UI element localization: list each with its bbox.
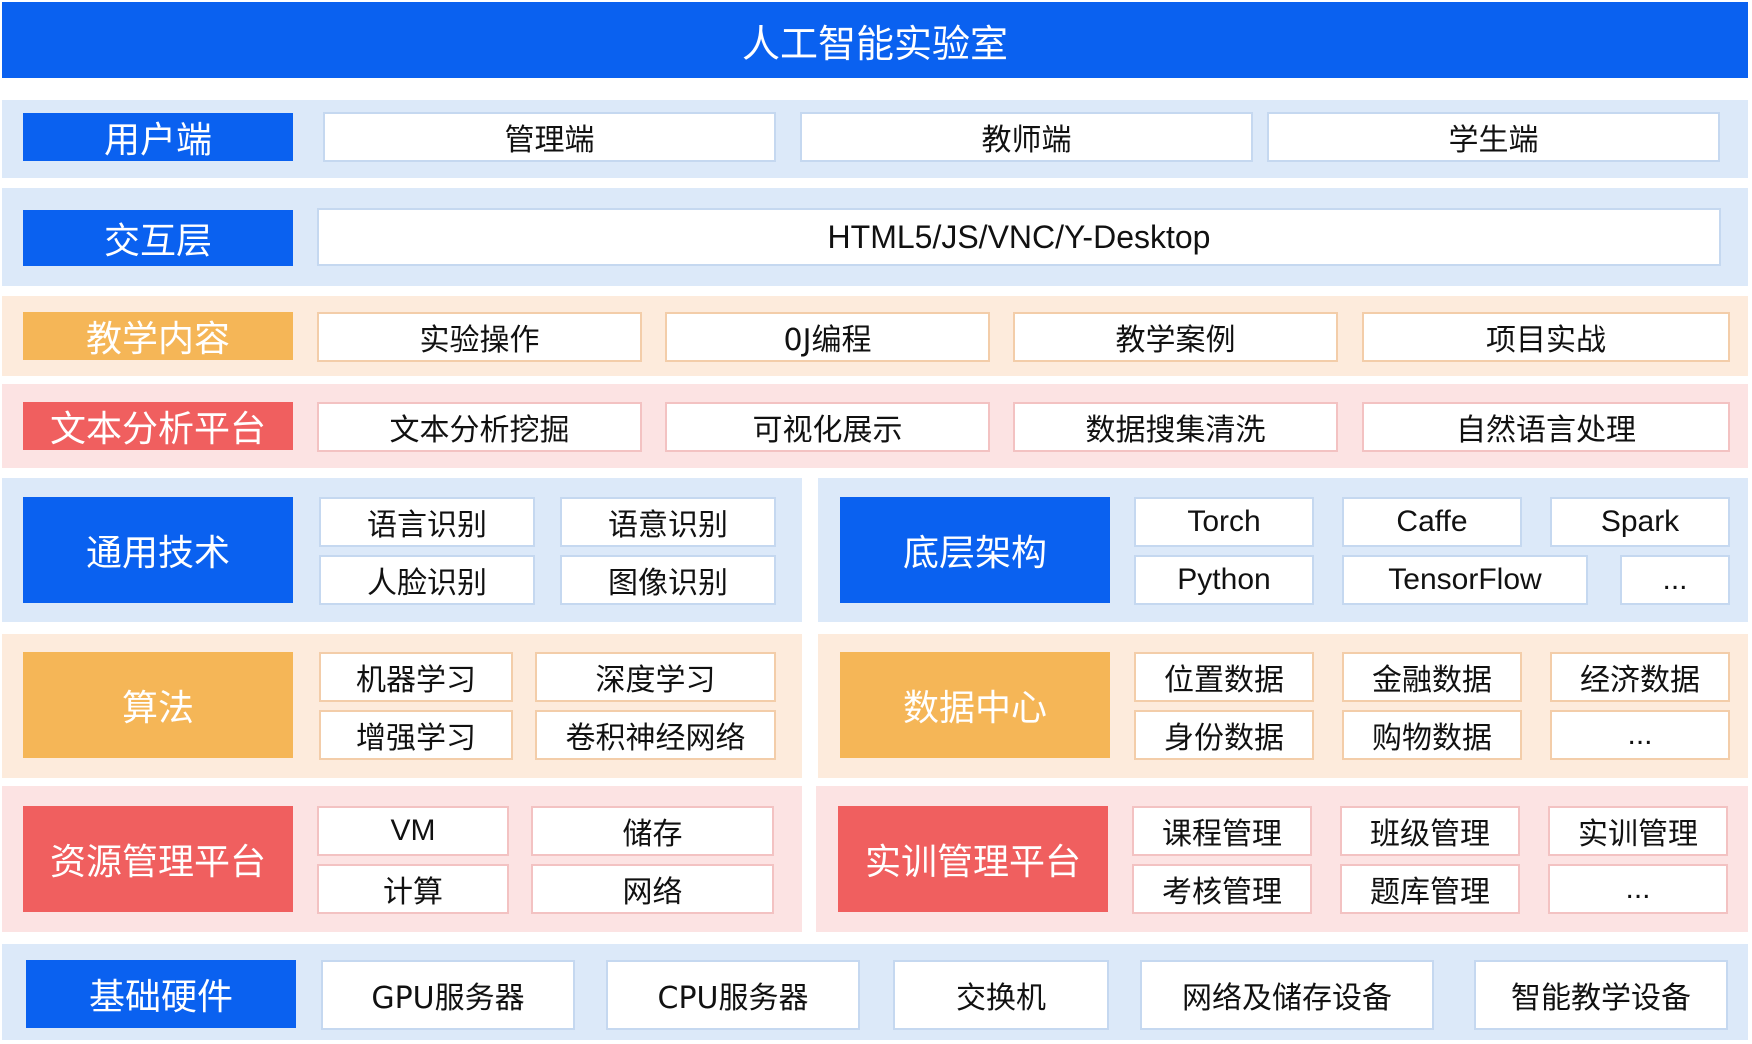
- general-tech-label: 通用技术: [23, 497, 293, 603]
- teaching-item-oj[interactable]: 0J编程: [665, 312, 990, 362]
- page-title: 人工智能实验室: [2, 2, 1748, 78]
- general-tech-item-semantic[interactable]: 语意识别: [560, 497, 776, 547]
- resource-mgmt-label: 资源管理平台: [23, 806, 293, 912]
- hardware-item-gpu-server[interactable]: GPU服务器: [321, 960, 575, 1030]
- text-analysis-item-mining[interactable]: 文本分析挖掘: [317, 402, 642, 452]
- general-tech-item-speech[interactable]: 语言识别: [319, 497, 535, 547]
- architecture-item-python[interactable]: Python: [1134, 555, 1314, 605]
- interaction-tech-item: HTML5/JS/VNC/Y-Desktop: [317, 208, 1721, 266]
- architecture-item-caffe[interactable]: Caffe: [1342, 497, 1522, 547]
- general-tech-item-face[interactable]: 人脸识别: [319, 555, 535, 605]
- hardware-label: 基础硬件: [26, 960, 296, 1028]
- training-mgmt-label: 实训管理平台: [838, 806, 1108, 912]
- interaction-label: 交互层: [23, 210, 293, 266]
- user-end-label: 用户端: [23, 113, 293, 161]
- resource-mgmt-item-network[interactable]: 网络: [531, 864, 774, 914]
- algorithm-item-ml[interactable]: 机器学习: [319, 652, 513, 702]
- resource-mgmt-item-vm[interactable]: VM: [317, 806, 509, 856]
- hardware-item-network-storage[interactable]: 网络及储存设备: [1140, 960, 1434, 1030]
- algorithm-label: 算法: [23, 652, 293, 758]
- teaching-item-cases[interactable]: 教学案例: [1013, 312, 1338, 362]
- text-analysis-label: 文本分析平台: [23, 402, 293, 450]
- training-mgmt-item-training[interactable]: 实训管理: [1548, 806, 1728, 856]
- training-mgmt-item-more[interactable]: ...: [1548, 864, 1728, 914]
- hardware-item-smart-teaching[interactable]: 智能教学设备: [1474, 960, 1728, 1030]
- text-analysis-item-visualization[interactable]: 可视化展示: [665, 402, 990, 452]
- algorithm-item-rl[interactable]: 增强学习: [319, 710, 513, 760]
- hardware-item-switch[interactable]: 交换机: [893, 960, 1109, 1030]
- algorithm-item-cnn[interactable]: 卷积神经网络: [535, 710, 776, 760]
- teaching-item-projects[interactable]: 项目实战: [1362, 312, 1730, 362]
- data-center-item-more[interactable]: ...: [1550, 710, 1730, 760]
- teacher-end-item[interactable]: 教师端: [800, 112, 1253, 162]
- architecture-item-torch[interactable]: Torch: [1134, 497, 1314, 547]
- resource-mgmt-item-compute[interactable]: 计算: [317, 864, 509, 914]
- data-center-item-identity[interactable]: 身份数据: [1134, 710, 1314, 760]
- training-mgmt-item-assessment[interactable]: 考核管理: [1132, 864, 1312, 914]
- architecture-item-spark[interactable]: Spark: [1550, 497, 1730, 547]
- data-center-item-finance[interactable]: 金融数据: [1342, 652, 1522, 702]
- data-center-item-economy[interactable]: 经济数据: [1550, 652, 1730, 702]
- architecture-item-tensorflow[interactable]: TensorFlow: [1342, 555, 1588, 605]
- resource-mgmt-item-storage[interactable]: 储存: [531, 806, 774, 856]
- algorithm-item-dl[interactable]: 深度学习: [535, 652, 776, 702]
- admin-end-item[interactable]: 管理端: [323, 112, 776, 162]
- data-center-item-location[interactable]: 位置数据: [1134, 652, 1314, 702]
- hardware-item-cpu-server[interactable]: CPU服务器: [606, 960, 860, 1030]
- training-mgmt-item-class[interactable]: 班级管理: [1340, 806, 1520, 856]
- teaching-item-experiment[interactable]: 实验操作: [317, 312, 642, 362]
- data-center-label: 数据中心: [840, 652, 1110, 758]
- text-analysis-item-nlp[interactable]: 自然语言处理: [1362, 402, 1730, 452]
- student-end-item[interactable]: 学生端: [1267, 112, 1720, 162]
- architecture-item-more[interactable]: ...: [1620, 555, 1730, 605]
- training-mgmt-item-course[interactable]: 课程管理: [1132, 806, 1312, 856]
- general-tech-item-image[interactable]: 图像识别: [560, 555, 776, 605]
- data-center-item-shopping[interactable]: 购物数据: [1342, 710, 1522, 760]
- architecture-label: 底层架构: [840, 497, 1110, 603]
- teaching-label: 教学内容: [23, 312, 293, 360]
- training-mgmt-item-question-bank[interactable]: 题库管理: [1340, 864, 1520, 914]
- text-analysis-item-cleaning[interactable]: 数据搜集清洗: [1013, 402, 1338, 452]
